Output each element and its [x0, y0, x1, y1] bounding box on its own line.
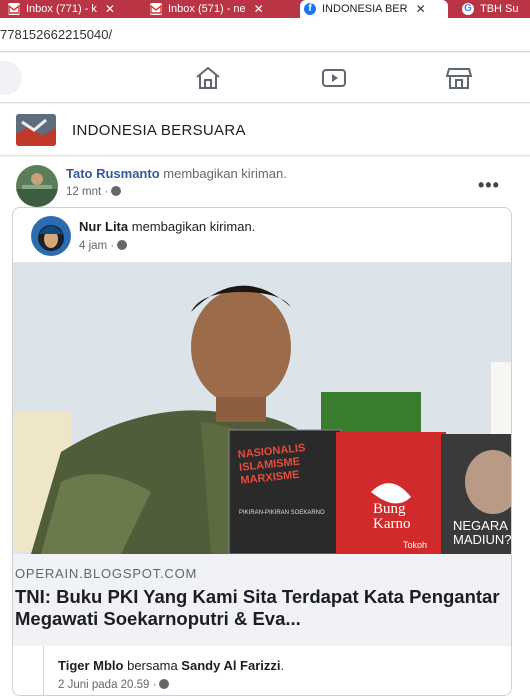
close-icon[interactable]: ✕: [254, 2, 264, 16]
close-icon[interactable]: ✕: [416, 2, 426, 16]
more-options-icon[interactable]: •••: [478, 175, 500, 196]
home-icon[interactable]: [194, 65, 222, 91]
nested-author-name[interactable]: Tiger Mblo: [58, 658, 123, 673]
link-domain: OPERAIN.BLOGSPOT.COM: [15, 566, 198, 581]
nested-time[interactable]: 2 Juni pada 20.59 ·: [58, 679, 170, 691]
browser-tab-facebook[interactable]: f INDONESIA BER ✕: [300, 0, 448, 18]
post-photo[interactable]: NASIONALIS ISLAMISME MARXISME PIKIRAN-PI…: [13, 262, 512, 554]
group-avatar[interactable]: [16, 114, 56, 146]
address-bar[interactable]: 778152662215040/: [0, 18, 530, 52]
tab-label: Inbox (571) - ne: [168, 3, 246, 15]
shared-action: membagikan kiriman.: [128, 219, 256, 234]
marketplace-icon[interactable]: [445, 65, 473, 91]
post-time[interactable]: 12 mnt ·: [66, 186, 122, 198]
tab-label: TBH Su: [480, 3, 519, 15]
close-icon[interactable]: ✕: [105, 2, 115, 16]
video-icon[interactable]: [320, 65, 348, 91]
feed-post: Tato Rusmanto membagikan kiriman. 12 mnt…: [0, 157, 530, 696]
url-text: 778152662215040/: [0, 27, 113, 42]
browser-tab-google[interactable]: G TBH Su: [458, 0, 530, 18]
author-name[interactable]: Tato Rusmanto: [66, 166, 160, 181]
book-1-subtitle: PIKIRAN-PIKIRAN SOEKARNO: [239, 510, 325, 516]
browser-tab-bar: Inbox (771) - k ✕ Inbox (571) - ne ✕ f I…: [0, 0, 530, 18]
post-timestamp: 12 mnt ·: [66, 186, 109, 198]
nested-shared-post: Tiger Mblo bersama Sandy Al Farizzi. 2 J…: [43, 646, 511, 695]
tagged-friend-name[interactable]: Sandy Al Farizzi: [181, 658, 280, 673]
browser-tab-inbox-1[interactable]: Inbox (771) - k ✕: [4, 0, 136, 18]
book-2-subtitle: Tokoh: [403, 540, 428, 550]
post-header-text: Tato Rusmanto membagikan kiriman.: [66, 166, 287, 181]
link-title: TNI: Buku PKI Yang Kami Sita Terdapat Ka…: [15, 586, 500, 629]
shared-time[interactable]: 4 jam ·: [79, 240, 128, 252]
gmail-icon: [150, 3, 162, 15]
tab-label: INDONESIA BER: [322, 3, 408, 15]
facebook-nav-bar: [0, 53, 530, 103]
search-button[interactable]: [0, 61, 22, 95]
globe-icon: [117, 240, 128, 250]
period: .: [280, 658, 285, 673]
shared-author-name[interactable]: Nur Lita: [79, 219, 128, 234]
group-header[interactable]: INDONESIA BERSUARA: [0, 104, 530, 156]
book-3-title: NEGARA MADIUN?: [453, 518, 512, 547]
group-name[interactable]: INDONESIA BERSUARA: [72, 122, 246, 139]
post-action: membagikan kiriman.: [159, 166, 287, 181]
shared-header-text: Nur Lita membagikan kiriman.: [79, 219, 255, 234]
with-text: bersama: [123, 658, 182, 673]
globe-icon: [159, 679, 170, 689]
shared-timestamp: 4 jam ·: [79, 240, 115, 252]
google-icon: G: [462, 3, 474, 15]
shared-author-avatar[interactable]: [31, 216, 71, 256]
globe-icon: [111, 186, 122, 196]
nested-header-text: Tiger Mblo bersama Sandy Al Farizzi.: [58, 658, 284, 673]
nested-timestamp: 2 Juni pada 20.59 ·: [58, 679, 157, 691]
browser-tab-inbox-2[interactable]: Inbox (571) - ne ✕: [146, 0, 296, 18]
tab-label: Inbox (771) - k: [26, 3, 97, 15]
author-avatar[interactable]: [16, 165, 58, 207]
gmail-icon: [8, 3, 20, 15]
book-2-title: Bung Karno: [373, 501, 411, 532]
shared-post-card: Nur Lita membagikan kiriman. 4 jam · NAS…: [12, 207, 512, 696]
facebook-icon: f: [304, 3, 316, 15]
link-preview[interactable]: OPERAIN.BLOGSPOT.COM TNI: Buku PKI Yang …: [13, 554, 511, 646]
